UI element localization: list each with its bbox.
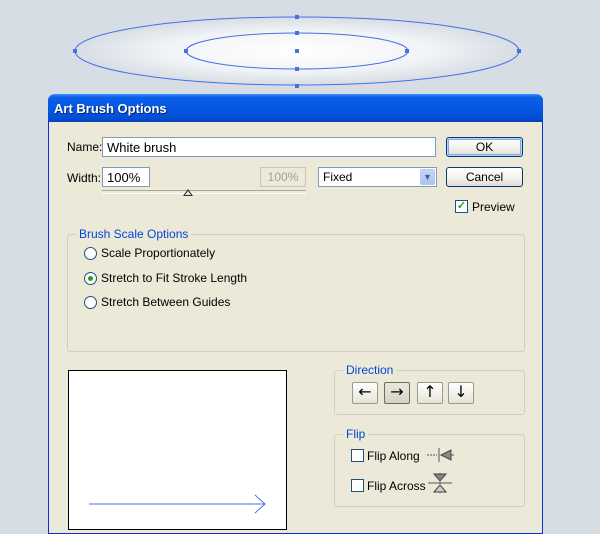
flip-along-icon — [427, 448, 454, 462]
brush-scale-options-title: Brush Scale Options — [76, 227, 192, 241]
direction-group: Direction ← → ↑ ↓ — [334, 363, 525, 415]
width-slider-thumb[interactable] — [183, 189, 193, 196]
artboard-ellipses — [73, 15, 521, 88]
brush-preview-arrow — [89, 494, 266, 514]
name-input[interactable] — [102, 137, 436, 157]
ok-button[interactable]: OK — [446, 137, 523, 157]
width-label: Width: — [67, 171, 102, 185]
chevron-down-icon[interactable]: ▼ — [420, 169, 435, 185]
stretch-between-guides-radio[interactable] — [84, 296, 97, 309]
width-mode-value: Fixed — [323, 170, 353, 184]
name-label: Name: — [67, 140, 103, 154]
brush-scale-options-group: Brush Scale Options Scale Proportionatel… — [67, 227, 525, 352]
width-variation-input — [260, 167, 306, 187]
direction-left-button[interactable]: ← — [352, 382, 378, 404]
direction-title: Direction — [343, 363, 397, 377]
flip-title: Flip — [343, 427, 369, 441]
cancel-button[interactable]: Cancel — [446, 167, 523, 187]
flip-across-checkbox[interactable] — [351, 479, 364, 492]
direction-down-button[interactable]: ↓ — [448, 382, 474, 404]
stretch-to-fit-label[interactable]: Stretch to Fit Stroke Length — [101, 271, 247, 285]
dialog-title[interactable]: Art Brush Options — [48, 94, 543, 122]
stretch-to-fit-radio[interactable] — [84, 272, 97, 285]
art-brush-options-dialog: Art Brush Options Name: Width: Fixed ▼ O… — [48, 94, 543, 534]
flip-across-icon — [428, 473, 452, 493]
direction-up-button[interactable]: ↑ — [417, 382, 443, 404]
preview-checkbox[interactable]: ✓ — [455, 200, 468, 213]
direction-right-button[interactable]: → — [384, 382, 410, 404]
flip-along-checkbox[interactable] — [351, 449, 364, 462]
stretch-between-guides-label[interactable]: Stretch Between Guides — [101, 295, 230, 309]
flip-along-label[interactable]: Flip Along — [367, 449, 420, 463]
flip-group: Flip Flip Along Flip Across — [334, 427, 525, 507]
width-slider-track[interactable] — [102, 190, 306, 194]
flip-across-label[interactable]: Flip Across — [367, 479, 426, 493]
scale-proportionately-radio[interactable] — [84, 247, 97, 260]
width-input[interactable] — [102, 167, 150, 187]
brush-preview-box — [68, 370, 287, 530]
width-mode-select[interactable]: Fixed ▼ — [318, 167, 437, 187]
scale-proportionately-label[interactable]: Scale Proportionately — [101, 246, 215, 260]
preview-label[interactable]: Preview — [472, 200, 515, 214]
